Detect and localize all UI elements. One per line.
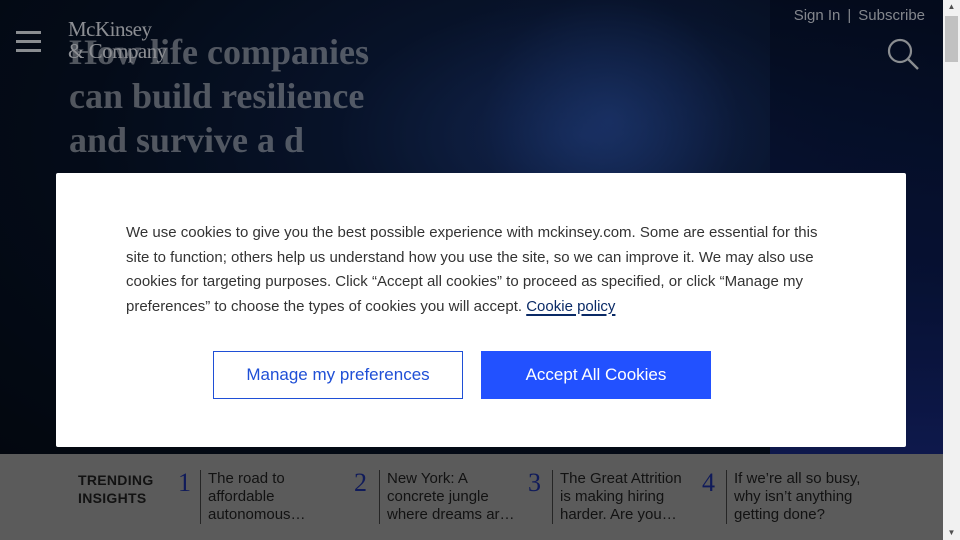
vertical-scrollbar[interactable]: ▲ ▼ (943, 0, 960, 540)
scrollbar-thumb[interactable] (945, 16, 958, 62)
cookie-consent-text: We use cookies to give you the best poss… (126, 221, 826, 319)
cookie-consent-message: We use cookies to give you the best poss… (126, 224, 818, 315)
scroll-down-arrow-icon[interactable]: ▼ (943, 526, 960, 540)
manage-preferences-button[interactable]: Manage my preferences (213, 351, 463, 399)
cookie-consent-dialog: We use cookies to give you the best poss… (56, 173, 906, 447)
scroll-up-arrow-icon[interactable]: ▲ (943, 0, 960, 14)
cookie-policy-link[interactable]: Cookie policy (526, 298, 615, 315)
accept-all-cookies-button[interactable]: Accept All Cookies (481, 351, 711, 399)
